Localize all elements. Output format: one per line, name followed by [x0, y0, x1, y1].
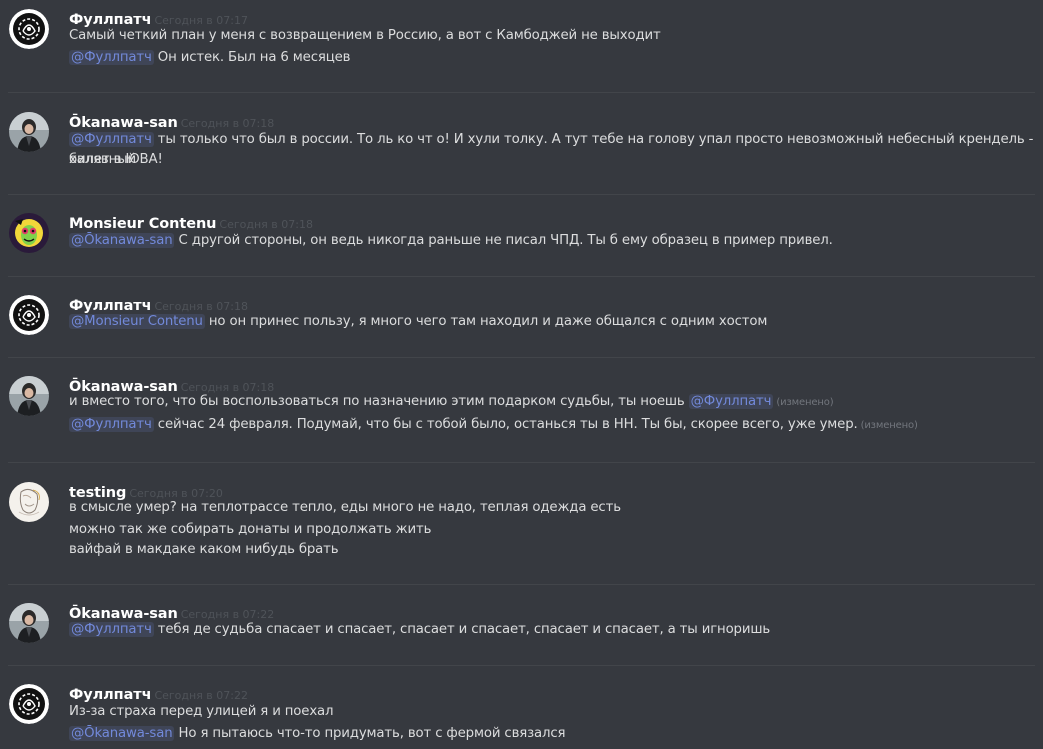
username[interactable]: Monsieur Contenu — [69, 216, 217, 232]
message-group: Ōkanawa-san Сегодня в 07:22 @Фуллпатч тебя… — [0, 603, 1043, 673]
message-group: Ōkanawa-san Сегодня в 07:18 и вместо того,… — [0, 376, 1043, 446]
user-mention[interactable]: @Ōkanawa-san — [69, 233, 175, 248]
timestamp: Сегодня в 07:22 — [154, 689, 248, 702]
message-group: Фуллпатч Сегодня в 07:18 @Monsieur Contenu… — [0, 295, 1043, 365]
username[interactable]: Фуллпатч — [69, 687, 152, 703]
message-group: Фуллпатч Сегодня в 07:17 Самый четкий план… — [0, 9, 1043, 79]
fullpatch-avatar[interactable] — [9, 684, 49, 724]
message-divider — [8, 194, 1035, 195]
message-header: Monsieur Contenu Сегодня в 07:18 — [69, 213, 313, 233]
testing-avatar[interactable] — [9, 482, 49, 522]
edited-label: (изменено) — [776, 397, 834, 408]
user-mention[interactable]: @Фуллпатч — [69, 50, 154, 65]
message-header: Ōkanawa-san Сегодня в 07:18 — [69, 112, 274, 132]
message-text: и вместо того, что бы воспользоваться по… — [69, 394, 834, 409]
message-text: Самый четкий план у меня с возвращением … — [69, 28, 661, 43]
fullpatch-avatar[interactable] — [9, 295, 49, 335]
okanawa-avatar[interactable] — [9, 376, 49, 416]
user-mention[interactable]: @Фуллпатч — [69, 417, 154, 432]
edited-label: (изменено) — [860, 420, 918, 431]
message-header: Фуллпатч Сегодня в 07:22 — [69, 684, 248, 704]
message-text: можно так же собирать донаты и продолжат… — [69, 522, 432, 537]
user-mention[interactable]: @Monsieur Contenu — [69, 314, 205, 329]
message-text: @Ōkanawa-san Но я пытаюсь что-то придума… — [69, 726, 566, 741]
fullpatch-avatar[interactable] — [9, 9, 49, 49]
timestamp: Сегодня в 07:18 — [180, 117, 275, 130]
message-group: Фуллпатч Сегодня в 07:22 Из-за страха пере… — [0, 684, 1043, 749]
user-mention[interactable]: @Фуллпатч — [69, 132, 154, 147]
message-text: Из-за страха перед улицей я и поехал — [69, 704, 334, 719]
user-mention[interactable]: @Фуллпатч — [688, 394, 774, 409]
okanawa-avatar[interactable] — [9, 603, 49, 643]
message-text: вайфай в макдаке каком нибудь брать — [69, 542, 339, 557]
monsieur-avatar[interactable] — [9, 213, 49, 253]
message-divider — [8, 462, 1035, 463]
chat-message-list: Фуллпатч Сегодня в 07:17 Самый четкий план… — [0, 0, 1043, 749]
timestamp: Сегодня в 07:18 — [219, 218, 313, 231]
message-divider — [8, 92, 1035, 93]
message-group: testing Сегодня в 07:20 в смысле умер? на … — [0, 482, 1043, 557]
message-group: Monsieur Contenu Сегодня в 07:18 @Ōkanawa-… — [0, 213, 1043, 283]
message-text: @Фуллпатч тебя де судьба спасает и спаса… — [69, 622, 771, 637]
okanawa-avatar[interactable] — [9, 112, 49, 152]
message-text: @Фуллпатч сейчас 24 февраля. Подумай, чт… — [69, 417, 918, 432]
message-text: в смысле умер? на теплотрассе тепло, еды… — [69, 500, 621, 515]
message-text: @Monsieur Contenu но он принес пользу, я… — [69, 314, 768, 329]
message-text: @Ōkanawa-san С другой стороны, он ведь н… — [69, 233, 833, 248]
user-mention[interactable]: @Ōkanawa-san — [69, 726, 175, 741]
message-divider — [8, 584, 1035, 585]
message-text: @Фуллпатч Он истек. Был на 6 месяцев — [69, 50, 351, 65]
username[interactable]: Ōkanawa-san — [69, 115, 178, 131]
message-text: билет в ЮВА! — [69, 152, 163, 167]
user-mention[interactable]: @Фуллпатч — [69, 622, 154, 637]
message-group: Ōkanawa-san Сегодня в 07:18 @Фуллпатч ты т… — [0, 112, 1043, 182]
